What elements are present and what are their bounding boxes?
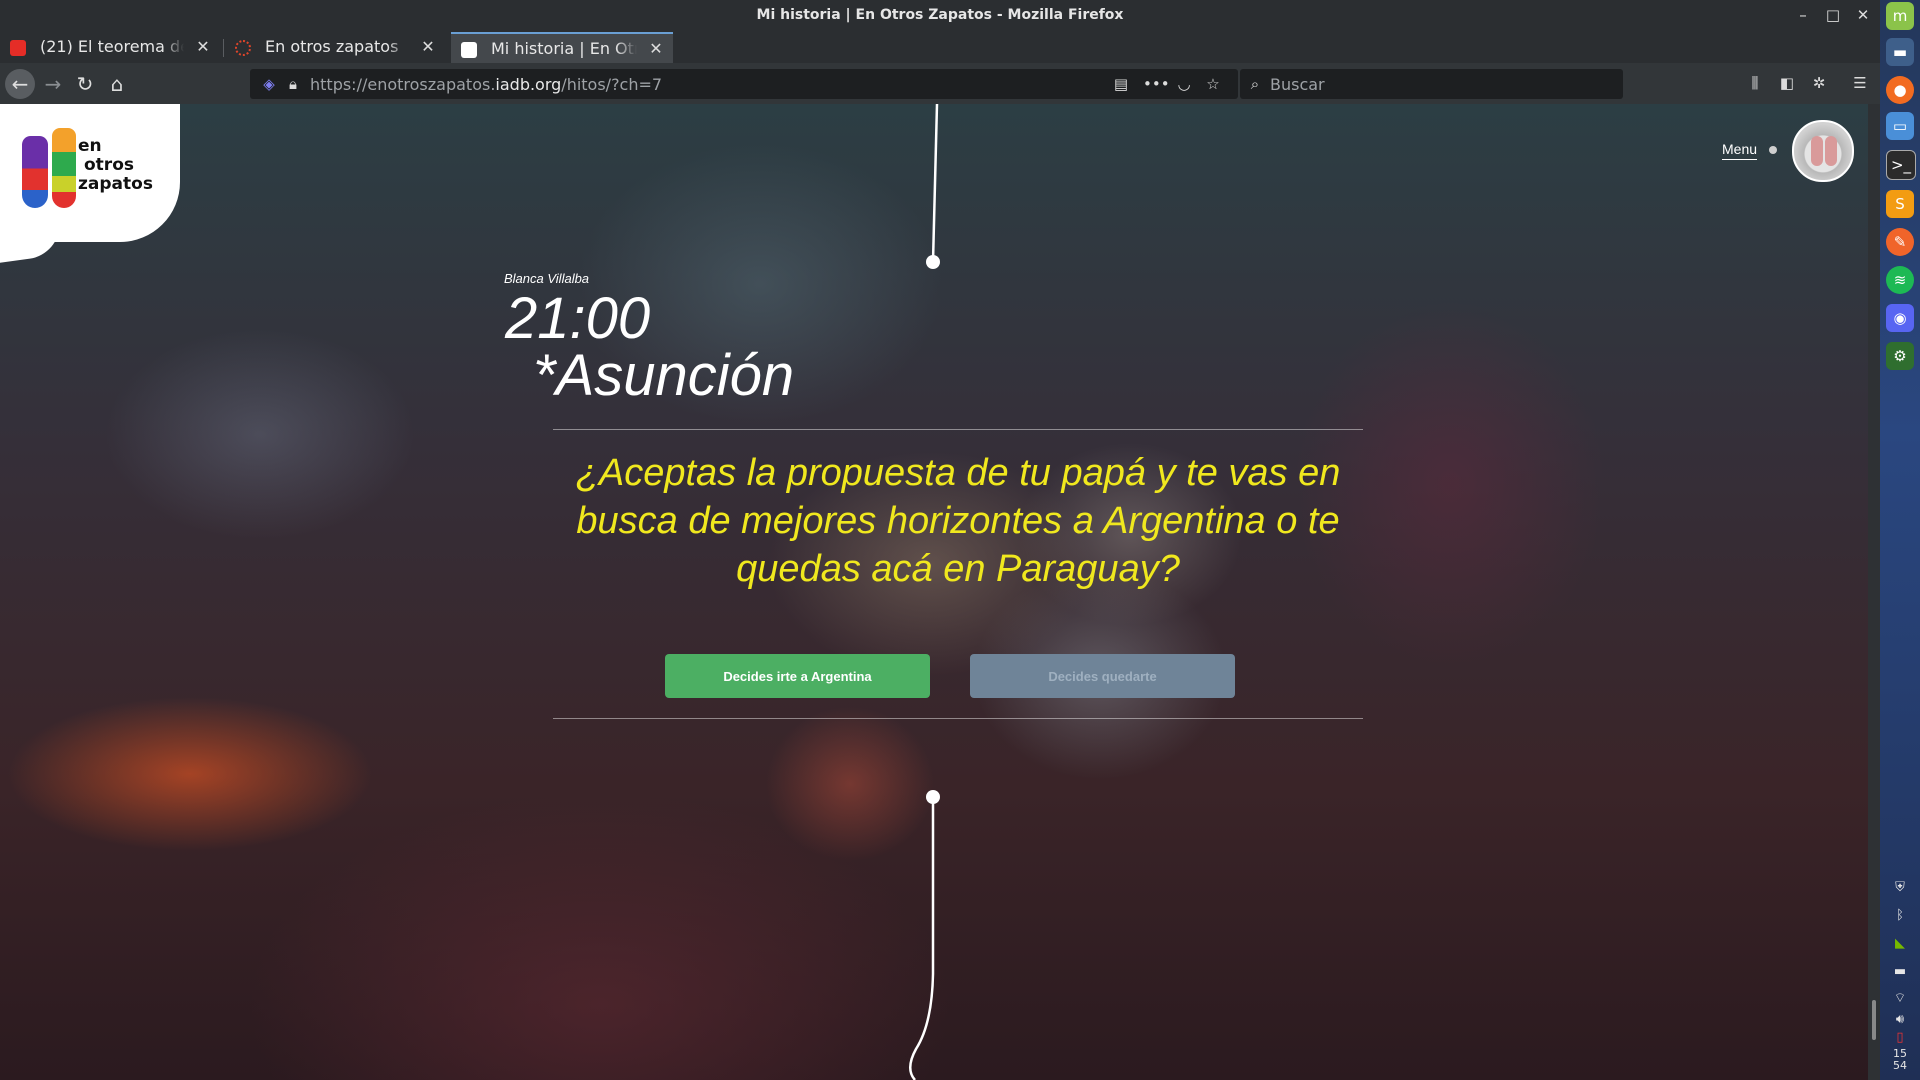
story-place: *Asunción <box>533 343 795 408</box>
tab-en-otros-zapatos[interactable]: En otros zapatos ✕ <box>225 32 445 63</box>
page-content: en otros zapatos Menu Blanca Villalba 21… <box>0 104 1868 1080</box>
sublime-text-icon[interactable]: S <box>1886 190 1914 218</box>
back-button[interactable]: ← <box>5 69 35 99</box>
desktop-panel: m ▬ ● ▭ >_ S ✎ ≋ ◉ ⚙ ⛨ ᛒ ◣ ▬ ⌔ 🔊︎ ▯ 15 54 <box>1880 0 1920 1080</box>
youtube-icon <box>10 40 26 56</box>
tab-bar: (21) El teorema de Gödel ✕ En otros zapa… <box>0 30 1880 90</box>
reload-button[interactable]: ↻ <box>70 69 100 99</box>
home-button[interactable]: ⌂ <box>102 69 132 99</box>
firefox-icon[interactable]: ● <box>1886 76 1914 104</box>
battery-icon[interactable]: ▯ <box>1890 1030 1910 1045</box>
mint-menu-icon[interactable]: m <box>1886 2 1914 30</box>
loading-ring-icon <box>235 40 251 56</box>
extension-icon[interactable]: ✲ <box>1806 69 1832 97</box>
close-window-button[interactable]: ✕ <box>1850 3 1876 27</box>
bluetooth-icon[interactable]: ᛒ <box>1890 908 1910 923</box>
close-icon[interactable]: ✕ <box>419 32 437 62</box>
library-icon[interactable]: ⫼ <box>1742 69 1768 97</box>
page-scrollbar[interactable] <box>1868 104 1880 1080</box>
shield-icon[interactable]: ◈ <box>256 70 282 98</box>
logo-wordmark: en otros zapatos <box>78 136 153 194</box>
tab-mi-historia[interactable]: Mi historia | En Otros Zapatos ✕ <box>451 32 673 63</box>
spotify-icon[interactable]: ≋ <box>1886 266 1914 294</box>
tab-label: Mi historia | En Otros Zapatos <box>491 39 637 58</box>
timeline-node-top <box>926 255 940 269</box>
reader-view-icon[interactable]: ▤ <box>1108 70 1134 98</box>
tab-separator <box>223 39 224 57</box>
terminal-icon[interactable]: >_ <box>1886 150 1916 180</box>
timeline-line-bottom <box>909 797 935 1080</box>
window-titlebar: Mi historia | En Otros Zapatos - Mozilla… <box>0 0 1880 30</box>
minimize-button[interactable]: – <box>1790 3 1816 27</box>
page-actions-icon[interactable]: ••• <box>1143 70 1170 98</box>
clock[interactable]: 15 54 <box>1890 1048 1910 1072</box>
shoe-icon <box>1811 136 1823 166</box>
workspace-icon[interactable]: ▬ <box>1890 964 1910 979</box>
discord-icon[interactable]: ◉ <box>1886 304 1914 332</box>
pocket-icon[interactable]: ◡ <box>1171 70 1197 98</box>
search-placeholder: Buscar <box>1270 75 1325 94</box>
avatar[interactable] <box>1792 120 1854 182</box>
forward-button[interactable]: → <box>38 69 68 99</box>
tab-label: En otros zapatos <box>265 37 399 56</box>
timeline-line-top <box>931 104 939 263</box>
navigation-toolbar: ← → ↻ ⌂ ◈ 🔒︎ https://enotroszapatos.iadb… <box>0 63 1880 104</box>
story-time: 21:00 <box>505 286 651 351</box>
close-icon[interactable]: ✕ <box>647 34 665 63</box>
hamburger-menu-icon[interactable]: ☰ <box>1847 69 1873 97</box>
show-desktop-icon[interactable]: ▬ <box>1886 38 1914 66</box>
shoe-icon <box>1825 136 1837 166</box>
url-bar[interactable]: ◈ 🔒︎ https://enotroszapatos.iadb.org/hit… <box>250 69 1238 99</box>
close-icon[interactable]: ✕ <box>194 32 212 62</box>
volume-icon[interactable]: 🔊︎ <box>1890 1012 1910 1027</box>
story-author: Blanca Villalba <box>504 271 590 286</box>
tab-youtube[interactable]: (21) El teorema de Gödel ✕ <box>0 32 220 63</box>
choice-go-argentina-button[interactable]: Decides irte a Argentina <box>665 654 930 698</box>
shield-tray-icon[interactable]: ⛨ <box>1890 880 1910 895</box>
choice-stay-button[interactable]: Decides quedarte <box>970 654 1235 698</box>
files-icon[interactable]: ▭ <box>1886 112 1914 140</box>
postman-icon[interactable]: ✎ <box>1886 228 1914 256</box>
left-footprint-icon <box>22 136 48 208</box>
menu-dot-icon <box>1769 146 1777 154</box>
story-question: ¿Aceptas la propuesta de tu papá y te va… <box>575 452 1341 590</box>
nvidia-icon[interactable]: ◣ <box>1890 936 1910 951</box>
window-title: Mi historia | En Otros Zapatos - Mozilla… <box>756 7 1124 23</box>
right-footprint-icon <box>52 128 76 208</box>
maximize-button[interactable]: □ <box>1820 3 1846 27</box>
wifi-icon[interactable]: ⌔ <box>1890 990 1910 1006</box>
sidebar-icon[interactable]: ◧ <box>1774 69 1800 97</box>
lock-icon[interactable]: 🔒︎ <box>280 70 306 98</box>
divider-bottom <box>553 718 1363 719</box>
menu-link[interactable]: Menu <box>1722 141 1758 160</box>
settings-gear-icon[interactable]: ⚙ <box>1886 342 1914 370</box>
bookmark-star-icon[interactable]: ☆ <box>1200 70 1226 98</box>
search-bar[interactable]: ⌕ Buscar <box>1240 69 1623 99</box>
site-icon <box>461 42 477 58</box>
divider-top <box>553 429 1363 430</box>
search-icon: ⌕ <box>1250 75 1260 93</box>
scrollbar-thumb[interactable] <box>1872 1000 1876 1040</box>
site-logo[interactable]: en otros zapatos <box>0 104 180 242</box>
tab-label: (21) El teorema de Gödel <box>40 37 184 56</box>
url-text[interactable]: https://enotroszapatos.iadb.org/hitos/?c… <box>310 75 662 94</box>
